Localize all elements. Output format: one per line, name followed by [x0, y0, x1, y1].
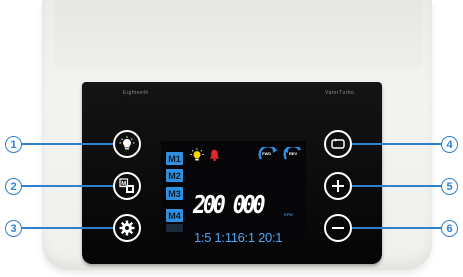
callout-5-leader	[352, 185, 441, 187]
light-button[interactable]	[113, 130, 141, 158]
settings-button[interactable]	[113, 214, 141, 242]
brand-label-left: Eighteeth	[123, 90, 149, 96]
plus-icon	[332, 180, 344, 192]
brand-label-right: VaterTurbo	[325, 90, 355, 96]
forward-label: FWD	[262, 151, 272, 156]
decrease-button[interactable]	[324, 214, 352, 242]
mode-indicator-empty	[166, 224, 183, 232]
callout-3: 3	[5, 220, 22, 237]
callout-6: 6	[441, 220, 458, 237]
direction-toggle-icon	[331, 138, 345, 149]
reverse-label: REV	[289, 151, 298, 156]
callout-6-leader	[352, 227, 441, 229]
light-status-icon	[190, 148, 204, 161]
callout-2: 2	[5, 178, 22, 195]
mode-indicator-m1: M1	[166, 152, 183, 165]
memory-mode-icon: M	[119, 178, 134, 193]
mode-indicator-m3: M3	[166, 187, 183, 200]
minus-icon	[332, 227, 344, 229]
speed-readout: 200 000	[193, 190, 266, 219]
callout-2-leader	[22, 185, 113, 187]
callout-3-leader	[22, 227, 113, 229]
gear-icon	[119, 220, 135, 236]
callout-4: 4	[441, 136, 458, 153]
memory-mode-button[interactable]: M	[113, 172, 141, 200]
mode-indicator-m2: M2	[166, 169, 183, 182]
callout-5: 5	[441, 178, 458, 195]
device-top-lid	[54, 0, 422, 70]
speed-unit: RPM	[284, 212, 293, 217]
light-bulb-icon	[119, 136, 135, 150]
callout-4-leader	[352, 143, 441, 145]
alarm-bell-icon	[209, 149, 220, 162]
mode-indicator-m4: M4	[166, 209, 183, 222]
callout-1: 1	[5, 136, 22, 153]
gear-ratio-readout: 1:5 1:116:1 20:1	[194, 230, 283, 245]
svg-text:M: M	[121, 181, 126, 187]
direction-button[interactable]	[324, 130, 352, 158]
callout-1-leader	[22, 143, 113, 145]
increase-button[interactable]	[324, 172, 352, 200]
